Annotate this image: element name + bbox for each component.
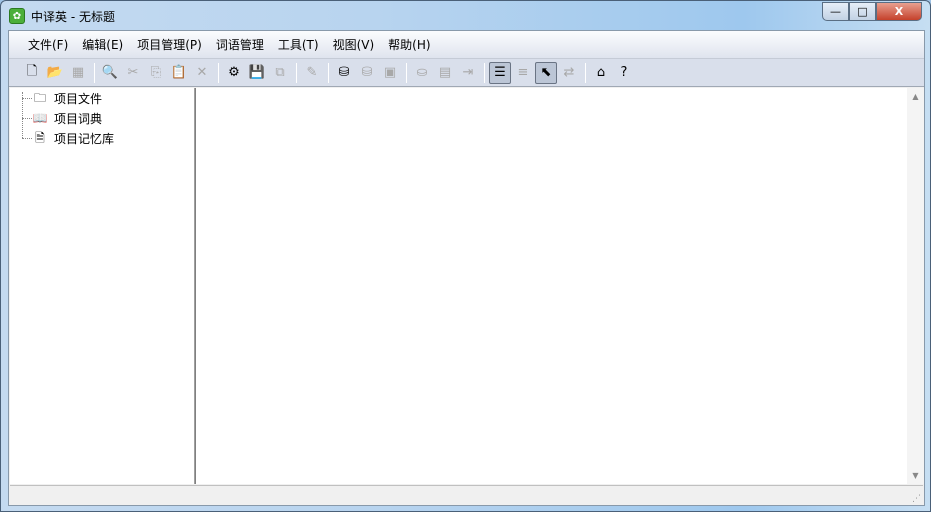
toolbar-separator bbox=[585, 62, 586, 83]
new-file-icon: 🗋 bbox=[26, 63, 38, 79]
scroll-up-arrow-icon[interactable]: ▲ bbox=[907, 92, 924, 101]
copy-button[interactable]: ⎘ bbox=[145, 62, 167, 84]
toolbar-separator bbox=[406, 62, 407, 83]
open-folder-icon: 📂 bbox=[46, 65, 64, 80]
menu-item-6[interactable]: 帮助(H) bbox=[381, 36, 437, 53]
translate-settings-icon: ⛁ bbox=[361, 65, 373, 80]
help-button[interactable]: ? bbox=[613, 62, 635, 84]
close-button[interactable]: X bbox=[876, 2, 922, 21]
export-project-button[interactable]: ⧉ bbox=[269, 62, 291, 84]
save-button[interactable]: ▦ bbox=[67, 62, 89, 84]
maximize-button[interactable]: □ bbox=[849, 2, 876, 21]
menu-item-0[interactable]: 文件(F) bbox=[21, 36, 75, 53]
toolbar-separator bbox=[218, 62, 219, 83]
save-icon: ▦ bbox=[71, 65, 85, 80]
find-icon: 🔍 bbox=[101, 65, 119, 80]
export-project-icon: ⧉ bbox=[275, 65, 285, 80]
menu-bar: 文件(F) 编辑(E) 项目管理(P) 词语管理 工具(T) 视图(V) 帮助(H) bbox=[9, 31, 924, 59]
list-view-icon: ≡ bbox=[517, 65, 529, 80]
copy-icon: ⎘ bbox=[150, 65, 162, 80]
database-icon: ⛀ bbox=[416, 65, 428, 80]
app-window: ✿ 中译英 - 无标题 — □ X 文件(F) 编辑(E) 项目管理(P) 词语管理工… bbox=[0, 0, 931, 512]
delete-icon: ✕ bbox=[196, 65, 208, 80]
cut-button[interactable]: ✂ bbox=[122, 62, 144, 84]
tree-item-project-dictionary[interactable]: 📖 项目词典 bbox=[10, 108, 194, 128]
pointer-ruler-button[interactable]: ⬉ bbox=[535, 61, 557, 84]
toolbar-separator bbox=[484, 62, 485, 83]
menu-item-1[interactable]: 编辑(E) bbox=[75, 36, 130, 53]
project-settings-button[interactable]: ⚙ bbox=[223, 62, 245, 84]
table-button[interactable]: ▤ bbox=[434, 62, 456, 84]
delete-button[interactable]: ✕ bbox=[191, 62, 213, 84]
tree-item-label: 项目记忆库 bbox=[54, 131, 115, 146]
tree-view-icon: ☰ bbox=[494, 65, 506, 80]
window-title: 中译英 - 无标题 bbox=[31, 9, 115, 24]
tree-item-project-memory[interactable]: 🗎 项目记忆库 bbox=[10, 128, 194, 148]
minimize-button[interactable]: — bbox=[822, 2, 849, 21]
tree-item-project-files[interactable]: 🗀 项目文件 bbox=[10, 88, 194, 108]
edit-document-button[interactable]: ✎ bbox=[301, 62, 323, 84]
pointer-ruler-icon: ⬉ bbox=[540, 65, 552, 80]
project-tree: 🗀 项目文件 📖 项目词典 🗎 项目记忆库 bbox=[10, 88, 195, 484]
clipboard-icon: ▣ bbox=[383, 65, 397, 80]
import-icon: ⇥ bbox=[462, 65, 474, 80]
vertical-scrollbar[interactable]: ▲ ▼ bbox=[907, 88, 924, 484]
document-area[interactable]: ▲ ▼ bbox=[195, 88, 924, 484]
save-project-icon: 💾 bbox=[248, 65, 266, 80]
cut-icon: ✂ bbox=[127, 65, 139, 80]
scroll-down-arrow-icon[interactable]: ▼ bbox=[907, 471, 924, 480]
translate-button[interactable]: ⛁ bbox=[333, 62, 355, 84]
align-icon: ⇄ bbox=[563, 65, 575, 80]
database-button[interactable]: ⛀ bbox=[411, 62, 433, 84]
tree-view-button[interactable]: ☰ bbox=[489, 61, 511, 84]
app-logo-icon: ✿ bbox=[9, 8, 25, 24]
translate-settings-button[interactable]: ⛁ bbox=[356, 62, 378, 84]
home-button[interactable]: ⌂ bbox=[590, 62, 612, 84]
title-bar: ✿ 中译英 - 无标题 bbox=[9, 6, 115, 26]
toolbar-separator bbox=[296, 62, 297, 83]
menu-item-5[interactable]: 视图(V) bbox=[326, 36, 382, 53]
save-project-button[interactable]: 💾 bbox=[246, 62, 268, 84]
list-view-button[interactable]: ≡ bbox=[512, 62, 534, 84]
resize-grip-icon[interactable]: ⋰ bbox=[912, 494, 921, 504]
paste-icon: 📋 bbox=[170, 65, 188, 80]
menu-item-2[interactable]: 项目管理(P) bbox=[130, 36, 209, 53]
dictionary-book-icon: 📖 bbox=[32, 111, 48, 125]
tree-item-label: 项目词典 bbox=[54, 111, 103, 126]
clipboard-button[interactable]: ▣ bbox=[379, 62, 401, 84]
home-icon: ⌂ bbox=[596, 65, 606, 80]
tree-item-label: 项目文件 bbox=[54, 91, 103, 106]
memory-database-icon: 🗎 bbox=[35, 131, 45, 145]
align-button[interactable]: ⇄ bbox=[558, 62, 580, 84]
toolbar-separator bbox=[328, 62, 329, 83]
table-icon: ▤ bbox=[438, 65, 452, 80]
paste-button[interactable]: 📋 bbox=[168, 62, 190, 84]
menu-item-3[interactable]: 词语管理 bbox=[209, 36, 271, 53]
edit-document-icon: ✎ bbox=[306, 65, 318, 80]
status-bar: ⋰ bbox=[10, 485, 923, 505]
menu-item-4[interactable]: 工具(T) bbox=[271, 36, 326, 53]
toolbar: 🗋 📂 ▦ 🔍 ✂ ⎘ 📋 ✕ ⚙ 💾 ⧉ ✎ ⛁ ⛁ ▣ ⛀ ▤ ⇥ ☰ ≡ ⬉ ⇄ ⌂? bbox=[9, 59, 924, 87]
find-button[interactable]: 🔍 bbox=[99, 62, 121, 84]
folder-icon: 🗀 bbox=[33, 91, 46, 105]
translate-icon: ⛁ bbox=[338, 65, 350, 80]
project-settings-icon: ⚙ bbox=[228, 65, 240, 80]
new-file-button[interactable]: 🗋 bbox=[21, 62, 43, 84]
open-folder-button[interactable]: 📂 bbox=[44, 62, 66, 84]
help-icon: ? bbox=[620, 65, 628, 80]
import-button[interactable]: ⇥ bbox=[457, 62, 479, 84]
toolbar-separator bbox=[94, 62, 95, 83]
